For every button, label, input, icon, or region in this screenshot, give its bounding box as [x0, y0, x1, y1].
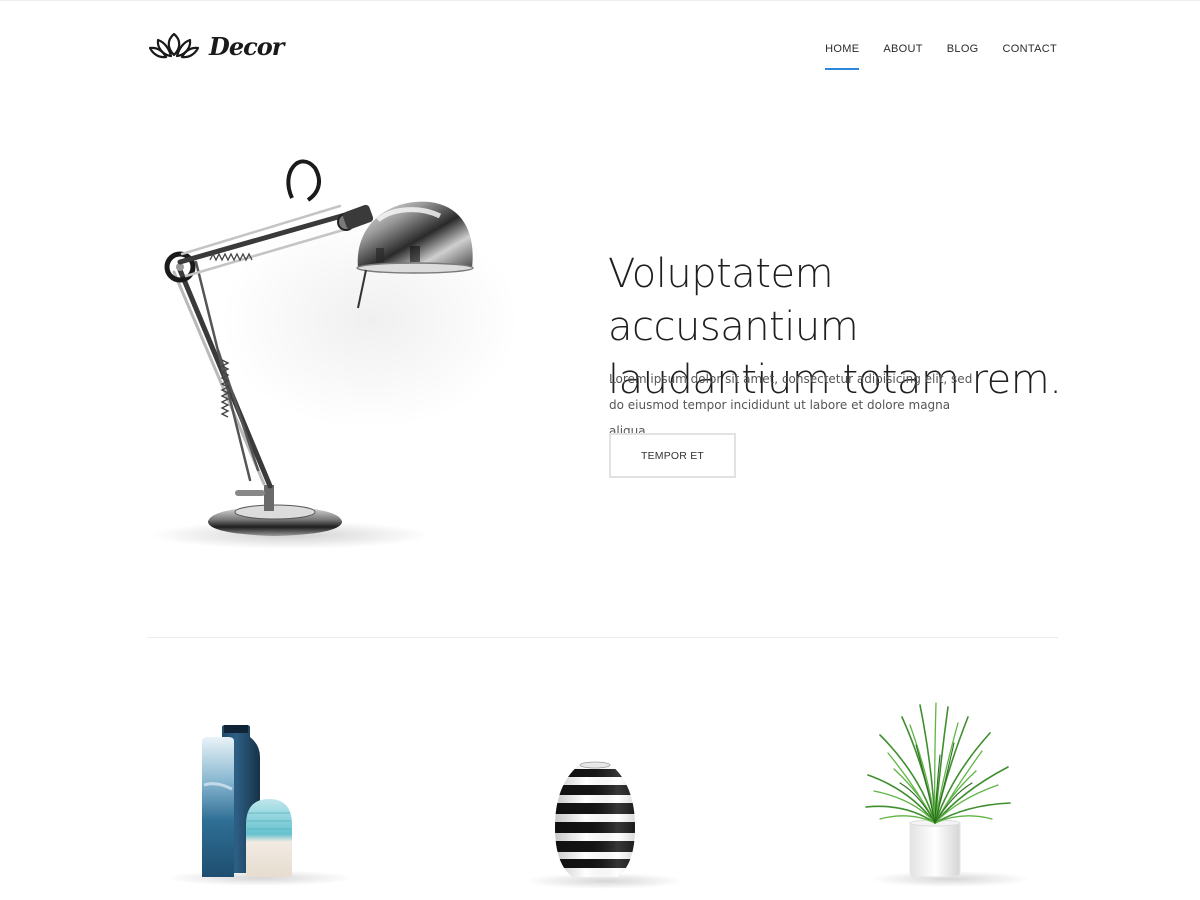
lotus-icon: [149, 31, 199, 61]
potted-grass-image[interactable]: [840, 695, 1040, 900]
logo-link[interactable]: Decor: [149, 30, 284, 62]
top-border: [0, 0, 1200, 1]
blue-vases-image[interactable]: [160, 695, 360, 900]
page: Decor HOME ABOUT BLOG CONTACT Voluptatem…: [0, 0, 1200, 900]
striped-vase-image[interactable]: [495, 695, 695, 900]
desk-lamp-image: [140, 150, 540, 550]
section-divider: [147, 637, 1058, 638]
main-nav: HOME ABOUT BLOG CONTACT: [825, 40, 1057, 70]
logo-text: Decor: [209, 31, 284, 61]
tempor-et-button[interactable]: TEMPOR ET: [609, 433, 736, 478]
nav-item-about[interactable]: ABOUT: [883, 40, 922, 68]
nav-item-blog[interactable]: BLOG: [947, 40, 979, 68]
nav-item-contact[interactable]: CONTACT: [1003, 40, 1057, 68]
nav-item-home[interactable]: HOME: [825, 40, 860, 70]
